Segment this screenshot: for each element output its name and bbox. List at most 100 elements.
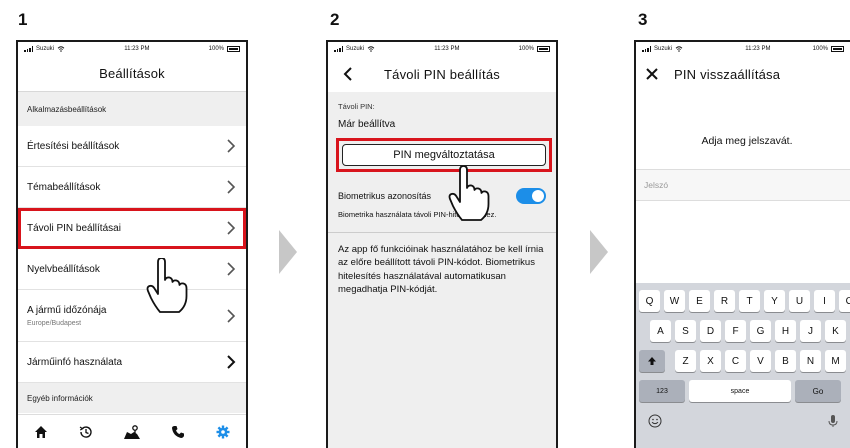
nav-bar: PIN visszaállítása bbox=[636, 56, 850, 92]
status-time: 11:23 PM bbox=[434, 46, 460, 52]
key-i[interactable]: I bbox=[814, 290, 835, 312]
tab-bar bbox=[18, 414, 246, 448]
chevron-right-icon bbox=[227, 139, 236, 153]
signal-icon bbox=[334, 46, 343, 52]
status-bar: Suzuki 11:23 PM 100% bbox=[636, 42, 850, 56]
highlight-frame: PIN megváltoztatása bbox=[336, 138, 552, 172]
carrier-name: Suzuki bbox=[346, 46, 365, 52]
carrier-name: Suzuki bbox=[36, 46, 55, 52]
remote-pin-content: Távoli PIN: Már beállítva PIN megváltozt… bbox=[328, 92, 556, 448]
key-x[interactable]: X bbox=[700, 350, 721, 372]
shift-key[interactable] bbox=[639, 350, 665, 372]
key-e[interactable]: E bbox=[689, 290, 710, 312]
keyboard-row-4: 123 space Go bbox=[636, 380, 850, 402]
keyboard-row-3: ZXCVBNM bbox=[636, 350, 850, 372]
section-header-other-info: Egyéb információk bbox=[18, 383, 246, 413]
key-t[interactable]: T bbox=[739, 290, 760, 312]
chevron-right-icon bbox=[227, 180, 236, 194]
key-s[interactable]: S bbox=[675, 320, 696, 342]
battery-percent: 100% bbox=[812, 46, 828, 52]
settings-item-label: Járműinfó használata bbox=[27, 356, 123, 368]
settings-item-label: Témabeállítások bbox=[27, 181, 101, 193]
battery-icon bbox=[831, 46, 844, 52]
history-icon[interactable] bbox=[76, 422, 96, 442]
key-q[interactable]: Q bbox=[639, 290, 660, 312]
battery-icon bbox=[537, 46, 550, 52]
keyboard-bottom-bar bbox=[636, 410, 850, 428]
page-title: Beállítások bbox=[99, 66, 165, 81]
step-number-2: 2 bbox=[330, 10, 340, 29]
go-key[interactable]: Go bbox=[795, 380, 841, 402]
password-input[interactable] bbox=[644, 180, 850, 190]
settings-item-timezone[interactable]: A jármű időzónája Europe/Budapest bbox=[18, 290, 246, 342]
next-step-arrow bbox=[279, 230, 297, 274]
phone-icon[interactable] bbox=[168, 422, 188, 442]
pin-label: Távoli PIN: bbox=[338, 102, 375, 111]
phone-screen-settings: Suzuki 11:23 PM 100% Beállítások Alkalma… bbox=[16, 40, 248, 448]
key-j[interactable]: J bbox=[800, 320, 821, 342]
map-icon[interactable] bbox=[122, 422, 142, 442]
step-number-3: 3 bbox=[638, 10, 648, 29]
signal-icon bbox=[24, 46, 33, 52]
phone-screen-remote-pin: Suzuki 11:23 PM 100% Távoli PIN beállítá… bbox=[326, 40, 558, 448]
key-b[interactable]: B bbox=[775, 350, 796, 372]
back-button[interactable] bbox=[338, 64, 358, 84]
carrier-name: Suzuki bbox=[654, 46, 673, 52]
chevron-right-icon bbox=[227, 221, 236, 235]
microphone-icon[interactable] bbox=[828, 414, 838, 428]
biometric-toggle[interactable] bbox=[516, 188, 546, 204]
gear-icon[interactable] bbox=[213, 422, 233, 442]
settings-item-remote-pin[interactable]: Távoli PIN beállításai bbox=[18, 208, 246, 249]
keyboard-row-2: ASDFGHJKL bbox=[636, 320, 850, 342]
key-m[interactable]: M bbox=[825, 350, 846, 372]
page-title: PIN visszaállítása bbox=[674, 66, 781, 82]
home-icon[interactable] bbox=[31, 422, 51, 442]
keyboard-row-1: QWERTYUIOP bbox=[636, 290, 850, 312]
settings-item-notifications[interactable]: Értesítési beállítások bbox=[18, 126, 246, 167]
pointing-hand-icon bbox=[448, 166, 490, 221]
key-c[interactable]: C bbox=[725, 350, 746, 372]
page-title: Távoli PIN beállítás bbox=[384, 66, 500, 82]
chevron-right-icon bbox=[227, 308, 236, 323]
key-w[interactable]: W bbox=[664, 290, 685, 312]
settings-item-label: Nyelvbeállítások bbox=[27, 263, 100, 275]
key-v[interactable]: V bbox=[750, 350, 771, 372]
key-z[interactable]: Z bbox=[675, 350, 696, 372]
shift-arrow-icon bbox=[648, 357, 656, 365]
emoji-icon[interactable] bbox=[648, 414, 662, 428]
wifi-icon bbox=[675, 46, 683, 52]
battery-icon bbox=[227, 46, 240, 52]
key-n[interactable]: N bbox=[800, 350, 821, 372]
step-number-1: 1 bbox=[18, 10, 28, 29]
key-o[interactable]: O bbox=[839, 290, 850, 312]
key-k[interactable]: K bbox=[825, 320, 846, 342]
wifi-icon bbox=[57, 46, 65, 52]
change-pin-button[interactable]: PIN megváltoztatása bbox=[342, 144, 546, 166]
info-text: Az app fő funkcióinak használatához be k… bbox=[338, 243, 544, 296]
key-f[interactable]: F bbox=[725, 320, 746, 342]
on-screen-keyboard: QWERTYUIOP ASDFGHJKL ZXCVBNM 123 space G… bbox=[636, 283, 850, 448]
settings-item-label: Értesítési beállítások bbox=[27, 140, 120, 152]
numbers-key[interactable]: 123 bbox=[639, 380, 685, 402]
settings-item-label: A jármű időzónája bbox=[27, 304, 107, 316]
password-prompt: Adja meg jelszavát. bbox=[701, 135, 793, 147]
key-g[interactable]: G bbox=[750, 320, 771, 342]
key-u[interactable]: U bbox=[789, 290, 810, 312]
settings-item-label: Távoli PIN beállításai bbox=[27, 222, 121, 234]
pin-status: Már beállítva bbox=[338, 119, 396, 130]
settings-item-language[interactable]: Nyelvbeállítások bbox=[18, 249, 246, 290]
status-time: 11:23 PM bbox=[745, 46, 771, 52]
biometric-label: Biometrikus azonosítás bbox=[338, 191, 432, 201]
settings-item-theme[interactable]: Témabeállítások bbox=[18, 167, 246, 208]
password-field[interactable] bbox=[636, 169, 850, 201]
key-r[interactable]: R bbox=[714, 290, 735, 312]
key-d[interactable]: D bbox=[700, 320, 721, 342]
key-h[interactable]: H bbox=[775, 320, 796, 342]
key-a[interactable]: A bbox=[650, 320, 671, 342]
status-time: 11:23 PM bbox=[124, 46, 150, 52]
pointing-hand-icon bbox=[146, 258, 188, 313]
settings-item-vehicle-info[interactable]: Járműinfó használata bbox=[18, 342, 246, 383]
key-y[interactable]: Y bbox=[764, 290, 785, 312]
close-button[interactable] bbox=[642, 64, 662, 84]
space-key[interactable]: space bbox=[689, 380, 791, 402]
